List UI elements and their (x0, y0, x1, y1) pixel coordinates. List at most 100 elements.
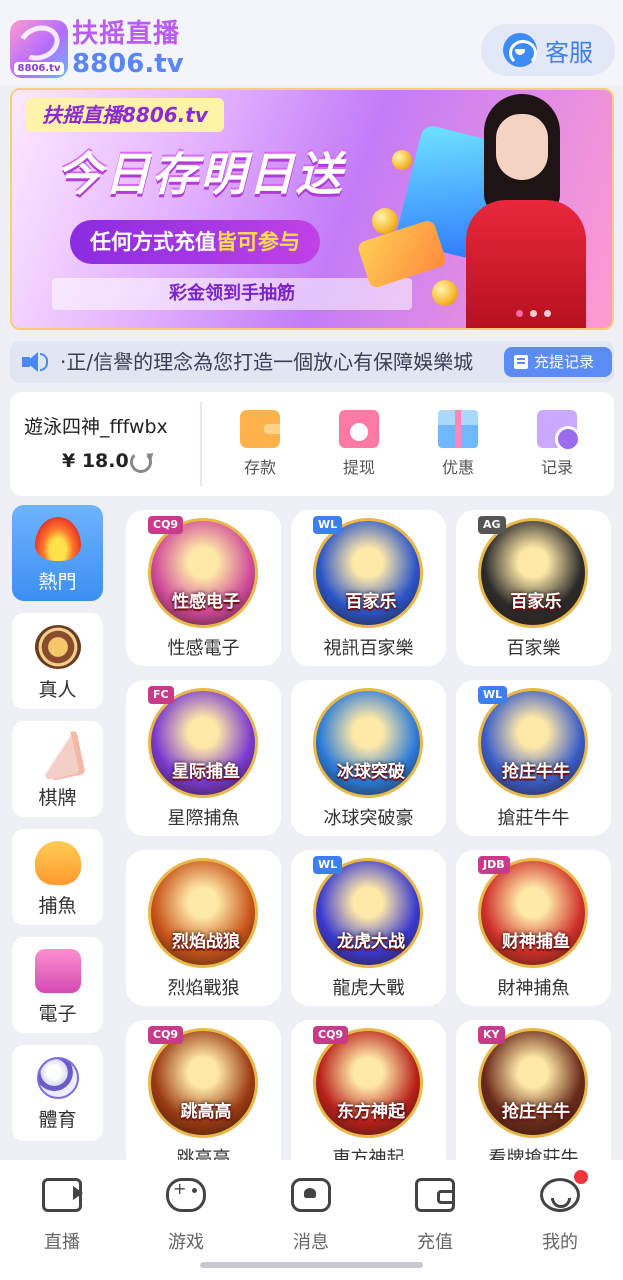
account-panel: 遊泳四神_fffwbx ¥ 18.0 存款 提现 优惠 记录 (10, 392, 614, 496)
game-card[interactable]: 烈焰战狼 烈焰戰狼 (126, 850, 281, 1006)
records-button[interactable]: 记录 (517, 410, 597, 482)
username: 遊泳四神_fffwbx (24, 416, 168, 438)
action-label: 存款 (243, 458, 276, 477)
banner-footer: 彩金领到手抽筋 (52, 278, 412, 310)
logo-title-en: 8806.tv (72, 49, 184, 79)
fire-icon (34, 517, 81, 561)
deposit-button[interactable]: 存款 (220, 410, 300, 482)
game-card[interactable]: 东方神起 CQ9 東方神起 (291, 1020, 446, 1176)
game-name: 百家樂 (506, 638, 561, 659)
logo-swirl (13, 20, 65, 67)
records-button-label: 充提记录 (534, 353, 595, 371)
tab-label: 我的 (542, 1232, 578, 1253)
app-logo[interactable]: 8806.tv (10, 20, 68, 78)
tab-label: 直播 (44, 1232, 80, 1253)
category-slots[interactable]: 電子 (12, 937, 103, 1033)
tab-profile[interactable]: 我的 (520, 1178, 600, 1254)
pagination-dot[interactable] (516, 310, 523, 317)
category-card-games[interactable]: 棋牌 (12, 721, 103, 817)
category-hot[interactable]: 熱門 (12, 505, 103, 601)
game-art-title: 东方神起 (337, 1102, 405, 1122)
game-art-title: 龙虎大战 (337, 932, 405, 952)
game-name: 龍虎大戰 (332, 978, 405, 999)
game-card[interactable]: 星际捕鱼 FC 星際捕魚 (126, 680, 281, 836)
refresh-balance-icon[interactable] (130, 451, 152, 473)
provider-badge: WL (313, 516, 343, 534)
category-label: 電子 (38, 1003, 77, 1025)
wallet-icon (240, 410, 280, 448)
game-name: 烈焰戰狼 (167, 978, 240, 999)
tab-live[interactable]: 直播 (22, 1178, 102, 1254)
category-label: 真人 (38, 679, 77, 701)
banner-pagination (516, 310, 551, 317)
notice-marquee-text: ·正/信譽的理念為您打造一個放心有保障娛樂城 (60, 350, 474, 374)
category-sports[interactable]: 體育 (12, 1045, 103, 1141)
category-label: 棋牌 (38, 787, 77, 809)
shark-icon (34, 841, 81, 885)
message-icon (291, 1178, 331, 1212)
model-face (496, 114, 548, 180)
tab-messages[interactable]: 消息 (271, 1178, 351, 1254)
banner-pill-prefix: 任何方式充值 (90, 230, 216, 254)
game-card[interactable]: 性感电子 CQ9 性感電子 (126, 510, 281, 666)
casino-chip-icon (34, 625, 81, 669)
action-label: 提现 (342, 458, 375, 477)
home-indicator[interactable] (200, 1262, 423, 1268)
category-label: 體育 (38, 1109, 77, 1131)
live-camera-icon (42, 1178, 83, 1212)
game-card[interactable]: 龙虎大战 WL 龍虎大戰 (291, 850, 446, 1006)
game-art-title: 性感电子 (172, 592, 240, 612)
promotions-button[interactable]: 优惠 (418, 410, 498, 482)
banner-brand: 扶摇直播8806.tv (26, 98, 224, 132)
withdraw-button[interactable]: 提现 (319, 410, 399, 482)
game-card[interactable]: 抢庄牛牛 KY 看牌搶莊牛 (456, 1020, 611, 1176)
game-art-title: 百家乐 (345, 592, 397, 612)
game-art-title: 百家乐 (510, 592, 562, 612)
game-thumbnail: 百家乐 (478, 518, 588, 628)
action-label: 优惠 (441, 458, 474, 477)
game-thumbnail: 财神捕鱼 (478, 858, 588, 968)
logo-title-cn: 扶摇直播 (72, 19, 181, 49)
provider-badge: WL (313, 856, 343, 874)
game-card[interactable]: 百家乐 WL 視訊百家樂 (291, 510, 446, 666)
tab-label: 充值 (417, 1232, 453, 1253)
game-card[interactable]: 冰球突破 冰球突破豪 (291, 680, 446, 836)
category-label: 熱門 (38, 571, 77, 593)
notice-bar: ·正/信譽的理念為您打造一個放心有保障娛樂城 充提记录 (10, 341, 614, 383)
game-name: 星際捕魚 (167, 808, 240, 829)
promo-banner[interactable]: 扶摇直播8806.tv 今日存明日送 任何方式充值皆可参与 彩金领到手抽筋 (10, 88, 614, 330)
game-card[interactable]: 财神捕鱼 JDB 財神捕魚 (456, 850, 611, 1006)
category-live-casino[interactable]: 真人 (12, 613, 103, 709)
game-art-title: 抢庄牛牛 (502, 1102, 570, 1122)
game-thumbnail: 性感电子 (148, 518, 258, 628)
game-thumbnail: 冰球突破 (313, 688, 423, 798)
game-card[interactable]: 抢庄牛牛 WL 搶莊牛牛 (456, 680, 611, 836)
deposit-withdraw-records-button[interactable]: 充提记录 (504, 347, 612, 377)
tab-games[interactable]: 游戏 (146, 1178, 226, 1254)
pagination-dot[interactable] (544, 310, 551, 317)
game-thumbnail: 百家乐 (313, 518, 423, 628)
game-thumbnail: 跳高高 (148, 1028, 258, 1138)
game-name: 財神捕魚 (497, 978, 570, 999)
provider-badge: FC (148, 686, 174, 704)
game-card[interactable]: 百家乐 AG 百家樂 (456, 510, 611, 666)
category-label: 捕魚 (38, 895, 77, 917)
game-name: 視訊百家樂 (323, 638, 414, 659)
records-folder-icon (537, 410, 581, 452)
category-fishing[interactable]: 捕魚 (12, 829, 103, 925)
customer-service-button[interactable]: 客服 (481, 24, 615, 76)
customer-service-label: 客服 (545, 38, 593, 67)
logo-tag: 8806.tv (14, 62, 64, 75)
app-header: 8806.tv 扶摇直播 8806.tv 客服 (0, 0, 623, 86)
banner-card-art (356, 218, 448, 290)
tab-recharge[interactable]: 充值 (395, 1178, 475, 1254)
game-thumbnail: 烈焰战狼 (148, 858, 258, 968)
banner-pill: 任何方式充值皆可参与 (70, 220, 320, 264)
gift-icon (438, 410, 478, 448)
wallet-outline-icon (415, 1178, 455, 1212)
pagination-dot[interactable] (530, 310, 537, 317)
game-card[interactable]: 跳高高 CQ9 跳高高 (126, 1020, 281, 1176)
game-thumbnail: 龙虎大战 (313, 858, 423, 968)
provider-badge: CQ9 (148, 516, 184, 534)
game-name: 搶莊牛牛 (497, 808, 570, 829)
